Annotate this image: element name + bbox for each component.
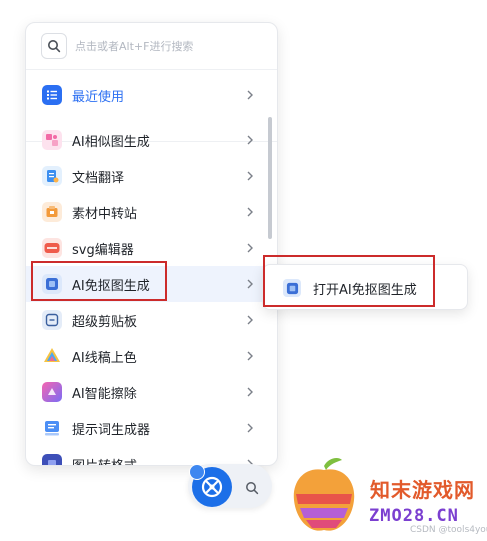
menu-item-ai-similar-image[interactable]: AI相似图生成 [26, 122, 270, 158]
recent-used-label: 最近使用 [72, 89, 125, 105]
watermark-title: 知末游戏网 [370, 478, 475, 502]
list-icon [42, 85, 62, 105]
menu-item-label: 提示词生成器 [72, 422, 151, 438]
chevron-right-icon [247, 207, 253, 217]
smart-erase-icon [42, 382, 62, 402]
app-logo-icon [201, 476, 223, 498]
doc-translate-icon [42, 166, 62, 186]
menu-item-material-transfer[interactable]: 素材中转站 [26, 194, 270, 230]
menu-item-image-convert[interactable]: 图片转格式 [26, 446, 270, 466]
search-bar [26, 23, 277, 70]
watermark-credit: CSDN @tools4you [410, 525, 487, 535]
chevron-right-icon [247, 315, 253, 325]
recent-used-item[interactable]: 最近使用 [26, 77, 270, 113]
watermark-domain: ZMO28.CN [369, 506, 459, 526]
image-convert-icon [42, 454, 62, 465]
chevron-right-icon [247, 135, 253, 145]
ai-similar-image-icon [42, 130, 62, 150]
chevron-right-icon [247, 387, 253, 397]
search-icon [246, 482, 259, 495]
menu-item-label: 素材中转站 [72, 206, 138, 222]
chevron-right-icon [247, 171, 253, 181]
search-input[interactable] [75, 39, 255, 53]
menu-item-doc-translate[interactable]: 文档翻译 [26, 158, 270, 194]
clipboard-icon [42, 310, 62, 330]
menu-item-prompt-generator[interactable]: 提示词生成器 [26, 410, 270, 446]
lineart-color-icon [42, 346, 62, 366]
menu-item-label: AI智能擦除 [72, 386, 137, 402]
menu-item-label: AI相似图生成 [72, 134, 150, 150]
menu-item-label: svg编辑器 [72, 242, 134, 258]
menu-item-label: 文档翻译 [72, 170, 125, 186]
chevron-right-icon [247, 351, 253, 361]
menu-item-label: AI线稿上色 [72, 350, 137, 366]
material-transfer-icon [42, 202, 62, 222]
menu-item-ai-lineart-color[interactable]: AI线稿上色 [26, 338, 270, 374]
menu-item-label: 图片转格式 [72, 458, 138, 466]
highlight-box-open-ai-cutout [263, 255, 435, 307]
menu-scrollbar[interactable] [268, 117, 272, 239]
menu-item-label: 超级剪贴板 [72, 314, 138, 330]
search-icon[interactable] [41, 33, 67, 59]
dock-badge [189, 464, 205, 480]
chevron-right-icon [247, 279, 253, 289]
svg-editor-icon [42, 238, 62, 258]
chevron-right-icon [247, 243, 253, 253]
tools-popup-menu: 最近使用 AI相似图生成 文档翻译 素材中转站 svg编辑器 [25, 22, 278, 466]
watermark-fruit-logo [293, 458, 355, 531]
prompt-generator-icon [42, 418, 62, 438]
dock-search-button[interactable] [240, 476, 264, 500]
menu-item-ai-smart-erase[interactable]: AI智能擦除 [26, 374, 270, 410]
chevron-right-icon [247, 90, 253, 100]
menu-item-super-clipboard[interactable]: 超级剪贴板 [26, 302, 270, 338]
highlight-box-ai-cutout [31, 261, 167, 301]
chevron-right-icon [247, 423, 253, 433]
